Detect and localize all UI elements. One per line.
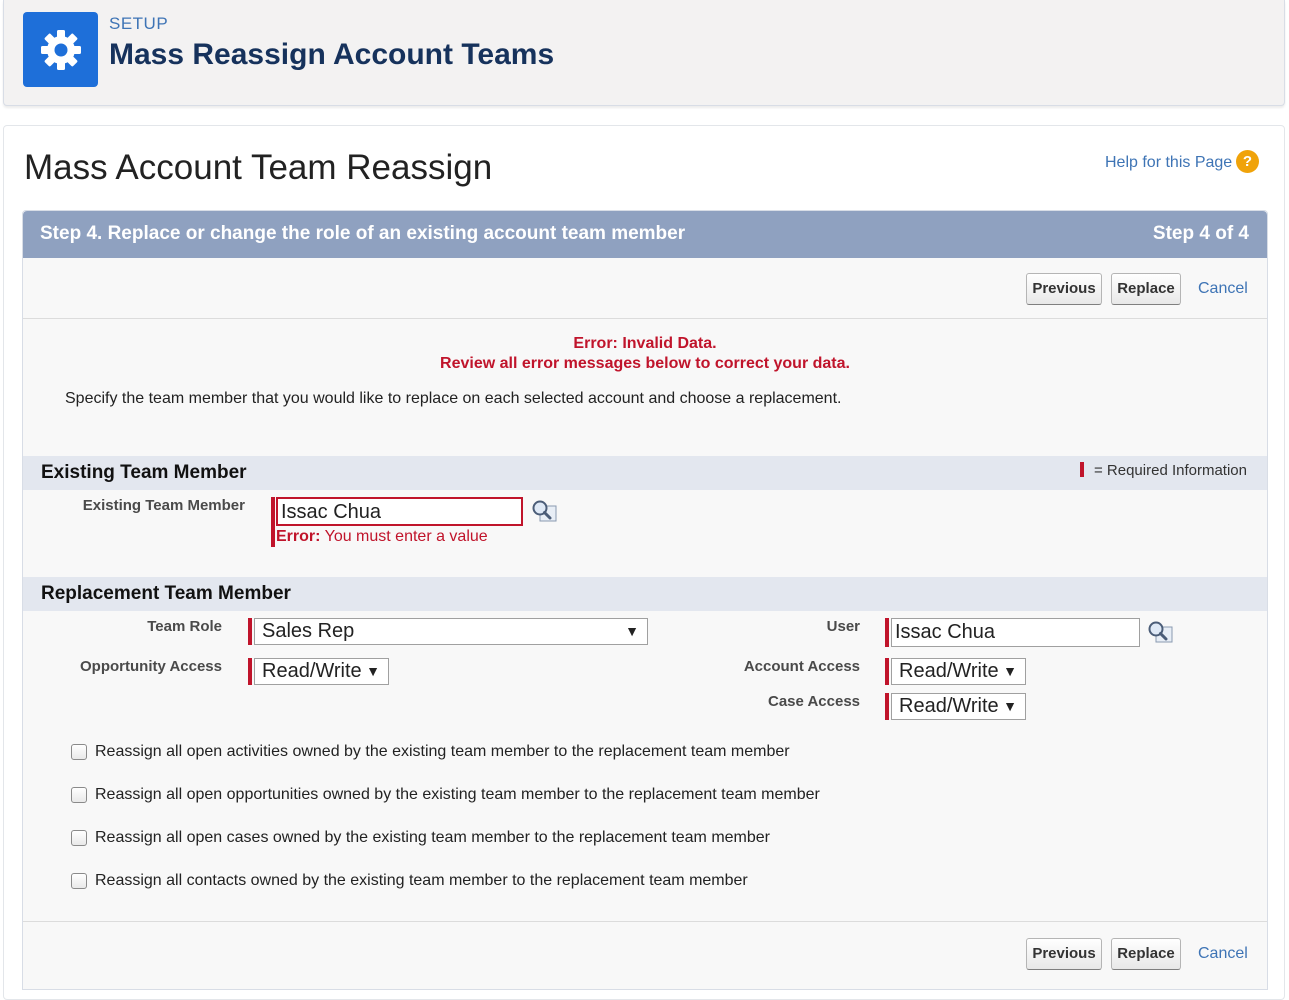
required-marker (1079, 462, 1084, 477)
help-link[interactable]: Help for this Page (1105, 154, 1232, 172)
bottom-button-row: Previous Replace Cancel (23, 921, 1267, 982)
previous-button[interactable]: Previous (1026, 273, 1102, 305)
reassign-cases-checkbox[interactable] (71, 830, 87, 846)
required-marker (271, 497, 275, 547)
opportunity-access-label: Opportunity Access (80, 658, 222, 675)
reassign-activities-label: Reassign all open activities owned by th… (95, 743, 790, 760)
reassign-contacts-option[interactable]: Reassign all contacts owned by the exist… (71, 872, 748, 890)
wizard-panel: Step 4. Replace or change the role of an… (22, 210, 1268, 990)
user-label: User (826, 618, 860, 635)
existing-section-header: Existing Team Member = Required Informat… (23, 456, 1267, 490)
user-input[interactable]: Issac Chua (891, 618, 1140, 647)
dropdown-caret-icon: ▼ (625, 623, 639, 639)
step-header: Step 4. Replace or change the role of an… (23, 211, 1267, 258)
reassign-opportunities-checkbox[interactable] (71, 787, 87, 803)
required-marker (885, 693, 889, 720)
dropdown-caret-icon: ▼ (1003, 663, 1017, 679)
existing-member-error: Error: You must enter a value (276, 528, 488, 546)
replacement-section-header: Replacement Team Member (23, 577, 1267, 611)
cancel-link[interactable]: Cancel (1198, 280, 1248, 298)
existing-member-label: Existing Team Member (82, 497, 245, 514)
team-role-label: Team Role (147, 618, 222, 635)
replacement-section-title: Replacement Team Member (41, 583, 291, 604)
replace-button[interactable]: Replace (1111, 938, 1181, 970)
lookup-icon[interactable] (1147, 620, 1173, 644)
required-marker (885, 618, 889, 647)
existing-section-title: Existing Team Member (41, 462, 247, 483)
account-access-value: Read/Write (899, 660, 999, 682)
reassign-cases-label: Reassign all open cases owned by the exi… (95, 829, 771, 846)
reassign-opportunities-option[interactable]: Reassign all open opportunities owned by… (71, 786, 820, 804)
step-title: Step 4. Replace or change the role of an… (40, 223, 686, 244)
case-access-label: Case Access (767, 693, 860, 710)
required-marker (248, 618, 252, 645)
replace-button[interactable]: Replace (1111, 273, 1181, 305)
existing-member-input[interactable]: Issac Chua (276, 497, 523, 526)
dropdown-caret-icon: ▼ (1003, 698, 1017, 714)
case-access-value: Read/Write (899, 695, 999, 717)
reassign-contacts-checkbox[interactable] (71, 873, 87, 889)
opportunity-access-select[interactable]: Read/Write ▼ (254, 658, 389, 685)
setup-label: SETUP (109, 14, 169, 33)
page-title: Mass Account Team Reassign (24, 148, 493, 187)
reassign-activities-checkbox[interactable] (71, 744, 87, 760)
setup-header: SETUP Mass Reassign Account Teams (3, 0, 1285, 106)
error-subtitle: Review all error messages below to corre… (440, 355, 850, 372)
reassign-activities-option[interactable]: Reassign all open activities owned by th… (71, 743, 790, 761)
help-icon[interactable]: ? (1236, 150, 1259, 173)
top-button-row: Previous Replace Cancel (23, 258, 1267, 319)
account-access-select[interactable]: Read/Write ▼ (891, 658, 1026, 685)
step-count: Step 4 of 4 (1152, 223, 1249, 244)
header-title: Mass Reassign Account Teams (109, 38, 555, 71)
team-role-value: Sales Rep (262, 620, 355, 642)
reassign-opportunities-label: Reassign all open opportunities owned by… (95, 786, 820, 803)
error-text: You must enter a value (320, 528, 488, 545)
main-card: Mass Account Team Reassign Help for this… (3, 125, 1285, 1000)
lookup-icon[interactable] (531, 499, 557, 523)
reassign-contacts-label: Reassign all contacts owned by the exist… (95, 872, 748, 889)
required-legend: = Required Information (1079, 462, 1247, 479)
error-title: Error: Invalid Data. (573, 335, 717, 352)
error-prefix: Error: (276, 528, 321, 545)
required-legend-text: = Required Information (1093, 462, 1247, 479)
case-access-select[interactable]: Read/Write ▼ (891, 693, 1026, 720)
required-marker (248, 658, 252, 685)
reassign-cases-option[interactable]: Reassign all open cases owned by the exi… (71, 829, 770, 847)
required-marker (885, 658, 889, 685)
previous-button[interactable]: Previous (1026, 938, 1102, 970)
account-access-label: Account Access (743, 658, 860, 675)
dropdown-caret-icon: ▼ (366, 663, 380, 679)
team-role-select[interactable]: Sales Rep ▼ (254, 618, 648, 645)
opportunity-access-value: Read/Write (262, 660, 362, 682)
gear-icon (23, 12, 98, 87)
cancel-link[interactable]: Cancel (1198, 945, 1248, 963)
instructions-text: Specify the team member that you would l… (65, 390, 842, 407)
